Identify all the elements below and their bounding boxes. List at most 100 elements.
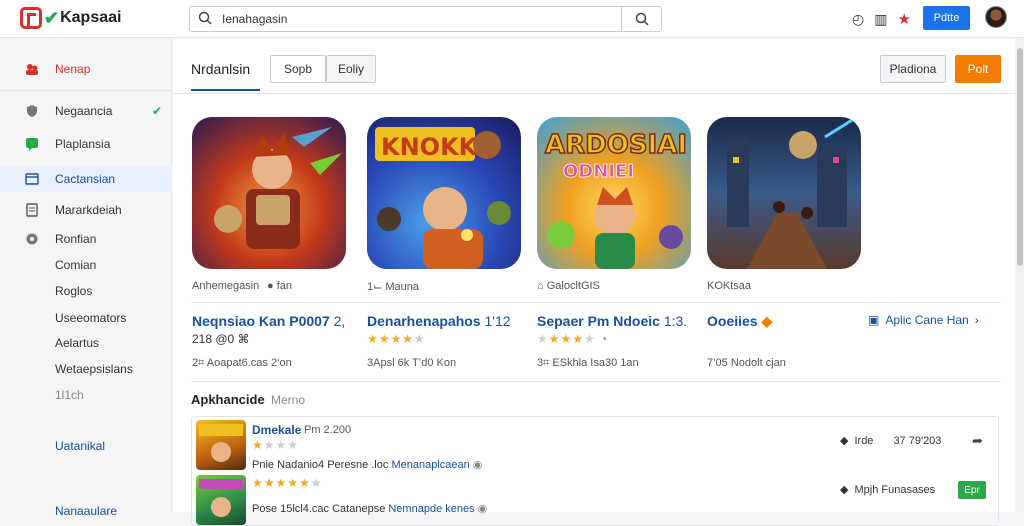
logo-check-icon: ✔	[44, 7, 60, 28]
users-icon	[26, 64, 38, 75]
search-button[interactable]	[621, 7, 661, 31]
game-title-text: Ooeiies	[707, 313, 758, 329]
tab-active-indicator	[191, 89, 260, 91]
install-badge[interactable]: Epr	[958, 481, 986, 499]
city-art-image	[727, 117, 858, 269]
sidebar-subitem[interactable]: Wetaepsislans	[55, 362, 133, 376]
game-thumbnail[interactable]	[192, 117, 346, 269]
game-meta: 3Apsl 6k T’d0 Kon	[367, 357, 457, 369]
list-item-thumbnail[interactable]	[196, 475, 246, 525]
scrollbar-thumb[interactable]	[1017, 48, 1023, 266]
check-icon: ✔	[152, 104, 163, 118]
sidebar-item-plaplansia[interactable]: Plaplansia	[0, 131, 172, 157]
game-title[interactable]: Sepaer Pm Ndoeic 1:3.	[537, 313, 687, 329]
sidebar-item-cactansian[interactable]: Cactansian	[0, 166, 172, 192]
list-art-image	[199, 424, 243, 462]
list-item-desc: Pose 15lcl4.cac Catanepse Nemnapde kenes…	[252, 502, 487, 515]
flame-icon: ◆	[761, 313, 773, 329]
rating-stars: ★★★★★ ◔	[537, 332, 609, 346]
game-label-icon: ● fan	[267, 280, 292, 292]
section-subtitle: Merno	[271, 393, 306, 407]
rating-stars: ★★★★★	[367, 332, 426, 346]
tabs-bar: Nrdanlsin Sopb Eoliy Pladiona Polt	[173, 39, 1015, 94]
section-title: Apkhancide	[191, 392, 265, 407]
search-icon	[198, 11, 212, 25]
list-item-small: Pm 2.200	[304, 424, 352, 436]
avatar[interactable]	[985, 6, 1007, 28]
hero-art-image	[214, 127, 342, 249]
sidebar-item-label: Negaancia	[55, 104, 113, 118]
game-thumbnail[interactable]: KNOKK	[367, 117, 521, 269]
list-item-link[interactable]: Nemnapde kenes	[388, 503, 474, 515]
game-cards: KNOKK ARDOSIAI ODNIEI	[173, 117, 1015, 269]
game-title-number: 2,	[333, 313, 346, 329]
sidebar-subitem[interactable]: 1l1ch	[55, 388, 84, 402]
game-title-text: Sepaer Pm Ndoeic	[537, 313, 660, 329]
list-item-stats: ◆ Irde 37 79'203	[840, 434, 941, 448]
book-icon[interactable]: ▥	[874, 11, 887, 28]
game-title[interactable]: Neqnsiao Kan P0007 2,	[192, 313, 345, 329]
tab-main[interactable]: Nrdanlsin	[191, 61, 250, 77]
main-content: Nrdanlsin Sopb Eoliy Pladiona Polt KNOKK	[173, 39, 1015, 526]
list-art-image	[199, 479, 243, 517]
rating-stars: ★★★★★★	[252, 476, 323, 490]
game-thumbnail[interactable]: ARDOSIAI ODNIEI	[537, 117, 691, 269]
game-title[interactable]: Ooeiies ◆	[707, 313, 772, 330]
game-title-number: 1:3.	[663, 313, 688, 329]
chevron-right-icon: ›	[974, 313, 979, 327]
sidebar-subitem[interactable]: Comian	[55, 258, 96, 272]
sidebar-bottom-link[interactable]: Nanaaulare	[55, 504, 117, 518]
game-label: 1⌙ Mauna	[367, 281, 420, 293]
sidebar-item-label: Cactansian	[55, 172, 116, 186]
game-title-text: Neqnsiao Kan P0007	[192, 313, 330, 329]
polt-button[interactable]: Polt	[955, 55, 1001, 83]
list-item-desc-text: Pnie Nadanio4 Peresne .loc	[252, 459, 389, 471]
app-logo[interactable]: ✔ Kapsaai	[20, 7, 121, 29]
divider	[191, 381, 1001, 382]
search-input[interactable]	[222, 10, 622, 28]
sidebar-subitem[interactable]: Useeomators	[55, 311, 126, 325]
filter-pill-sopb[interactable]: Sopb	[270, 55, 326, 83]
sidebar-bottom-link[interactable]: Uatanikal	[55, 439, 105, 453]
game-meta: 3⌗ ESkhla Isa30 1an	[537, 357, 639, 369]
list-item-link[interactable]: Menanaplcaean	[391, 459, 469, 471]
tag-icon: ◆	[840, 484, 849, 496]
sidebar-subitem[interactable]: Aelartus	[55, 336, 99, 350]
rating-stars: ★★★★	[252, 438, 300, 452]
star-icon[interactable]: ★	[897, 10, 910, 28]
game-title[interactable]: Denarhenapahos 1'12	[367, 313, 511, 329]
app-name: Kapsaai	[60, 9, 122, 26]
sidebar-item-mararkdeiah[interactable]: Mararkdeiah	[0, 197, 172, 223]
sidebar-item-label: Plaplansia	[55, 137, 111, 151]
clock-icon[interactable]: ◴	[852, 11, 864, 28]
shield-icon	[27, 105, 37, 117]
game-label: KOKtsaa	[707, 280, 752, 292]
search-bar	[189, 6, 662, 32]
info-icon: ◉	[472, 459, 483, 471]
login-button[interactable]: Pdtte	[923, 6, 970, 30]
game-meta: 7’05 Nodolt cjan	[707, 357, 786, 369]
game-thumbnail[interactable]	[707, 117, 861, 269]
more-games-label: Aplic Cane Han	[885, 313, 969, 327]
pladiona-button[interactable]: Pladiona	[880, 55, 946, 83]
window-icon	[25, 173, 39, 185]
sidebar-subitem[interactable]: Roglos	[55, 284, 92, 298]
list-item-stat-a: Mpjh Funasases	[854, 483, 936, 496]
window-link-icon: ▣	[868, 313, 880, 327]
filter-pill-eoliy[interactable]: Eoliy	[326, 55, 376, 83]
sidebar-item-ronfian[interactable]: Ronfian	[0, 226, 172, 252]
share-icon[interactable]: ➦	[972, 433, 983, 449]
document-icon	[26, 203, 38, 217]
svg-text:KNOKK: KNOKK	[381, 133, 479, 161]
sidebar-divider	[0, 90, 172, 91]
list-item-title[interactable]: Dmekale	[252, 423, 301, 437]
sidebar-item-negaancia[interactable]: Negaancia ✔	[0, 98, 172, 124]
tag-icon: ◆	[840, 435, 849, 447]
more-games-link[interactable]: ▣ Aplic Cane Han ›	[868, 313, 979, 327]
game-label-text: GalocltGIS	[546, 280, 600, 292]
sidebar-item-home[interactable]: Nenap	[0, 56, 172, 82]
top-bar: ✔ Kapsaai ◴ ▥ ★ Pdtte	[0, 0, 1024, 38]
list-item-thumbnail[interactable]	[196, 420, 246, 470]
game-title-number: 1'12	[484, 313, 511, 329]
brawler-art-image: KNOKK	[375, 127, 511, 269]
